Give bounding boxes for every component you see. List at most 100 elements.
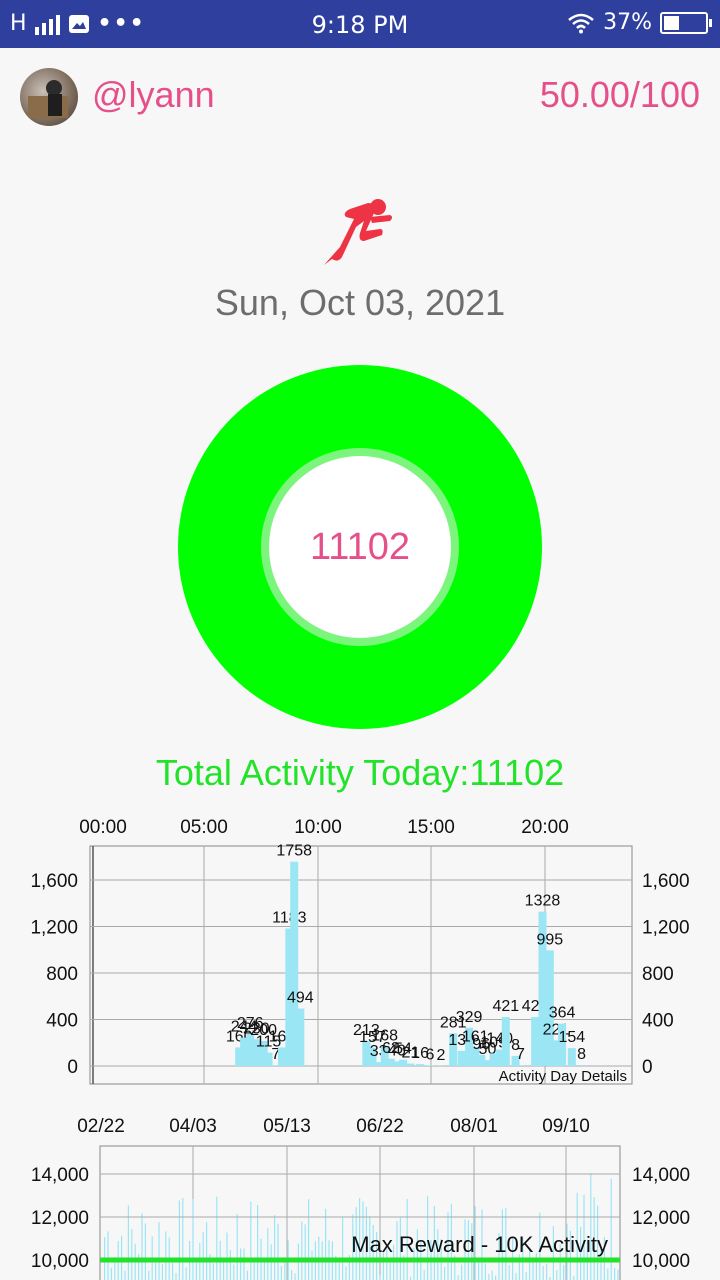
bar [236, 1214, 238, 1280]
bar [495, 1275, 497, 1280]
x-tick-label: 02/22 [77, 1116, 125, 1137]
bar-value-label: 7 [516, 1046, 525, 1063]
bar-value-label: 364 [549, 1005, 576, 1022]
bar [425, 1065, 434, 1066]
bar [144, 1223, 146, 1280]
avatar[interactable] [20, 68, 78, 126]
bar-value-label: 2 [437, 1047, 446, 1064]
y-tick-label-left: 12,000 [31, 1208, 89, 1229]
y-tick-label-right: 400 [642, 1011, 674, 1032]
bar [577, 1065, 586, 1066]
bar [233, 1264, 235, 1280]
x-tick-label: 09/10 [542, 1116, 590, 1137]
y-tick-label-right: 0 [642, 1057, 653, 1078]
bar [484, 1263, 486, 1280]
bar [556, 1270, 558, 1280]
bar [515, 1272, 517, 1280]
x-tick-label: 08/01 [450, 1116, 498, 1137]
x-tick-label: 05:00 [180, 817, 228, 838]
bar [257, 1204, 259, 1280]
x-tick-label: 10:00 [294, 817, 342, 838]
bar [161, 1264, 163, 1280]
bar [202, 1232, 204, 1280]
bar [311, 1250, 313, 1280]
bar [141, 1213, 143, 1280]
bar [389, 1259, 391, 1280]
bar [590, 1173, 592, 1280]
x-tick-label: 06/22 [356, 1116, 404, 1137]
score-value: 50.00/100 [539, 74, 700, 115]
bar [525, 1271, 527, 1280]
reference-line-label: Max Reward - 10K Activity [351, 1232, 608, 1257]
bar [172, 1262, 174, 1280]
activity-date: Sun, Oct 03, 2021 [214, 282, 506, 323]
running-person-icon [324, 199, 392, 265]
x-tick-label: 04/03 [169, 1116, 217, 1137]
bar [246, 1270, 248, 1280]
daily-activity-chart: 00:00 05:00 10:00 15:00 20:00 1,600 1,600 1,200… [30, 817, 690, 1085]
bar-value-label: 494 [287, 990, 314, 1007]
bar [614, 1267, 616, 1280]
bar-value-label: 1758 [276, 843, 312, 860]
bar [567, 1048, 576, 1066]
bar [610, 1178, 612, 1280]
bar [185, 1267, 187, 1280]
bar-value-label: 1183 [272, 910, 307, 927]
bar [516, 1065, 525, 1066]
bar [158, 1222, 160, 1280]
bar [345, 1266, 347, 1280]
bar [423, 1269, 425, 1280]
bar-value-label: 329 [456, 1009, 483, 1026]
bar [416, 1064, 425, 1066]
bar [461, 1264, 463, 1280]
x-tick-label: 20:00 [521, 817, 569, 838]
y-tick-label-left: 14,000 [31, 1165, 89, 1186]
bar [617, 1269, 619, 1280]
bar-value-label: 421 [492, 998, 519, 1015]
battery-icon [660, 11, 712, 34]
bar [243, 1248, 245, 1280]
bar [277, 1223, 279, 1280]
bar [563, 1265, 565, 1280]
bar [294, 1273, 296, 1280]
bar [229, 1250, 231, 1280]
bar [308, 1199, 310, 1280]
bar [226, 1232, 228, 1280]
username[interactable]: @lyann [92, 74, 215, 116]
bar [131, 1229, 133, 1280]
y-tick-label-right: 1,200 [642, 918, 690, 939]
total-activity-label: Total Activity Today:11102 [155, 752, 565, 793]
bar [178, 1200, 180, 1280]
bar [304, 1224, 306, 1280]
bar [501, 1017, 510, 1066]
y-tick-label-left: 1,200 [30, 918, 78, 939]
status-bar: H ••• 9:18 PM 37% [0, 0, 720, 48]
y-tick-label-right: 800 [642, 964, 674, 985]
bar [379, 1275, 381, 1280]
bar [107, 1231, 109, 1280]
x-tick-label: 15:00 [407, 817, 455, 838]
bar [531, 1017, 540, 1066]
ring-value: 11102 [309, 525, 411, 568]
bar-value-label: 154 [558, 1029, 585, 1046]
bar [325, 1208, 327, 1280]
y-tick-label-right: 14,000 [632, 1165, 690, 1186]
y-tick-label-right: 12,000 [632, 1208, 690, 1229]
y-tick-label-left: 400 [46, 1011, 78, 1032]
bar-value-label: 6 [426, 1046, 435, 1063]
bar [274, 1215, 276, 1280]
bar [546, 1263, 548, 1280]
bar-value-label: 995 [536, 931, 563, 948]
bar [212, 1263, 214, 1280]
bar [277, 1047, 286, 1066]
bar [182, 1197, 184, 1280]
bar [488, 1274, 490, 1280]
bar [124, 1270, 126, 1280]
profile-header: @lyann 50.00/100 [20, 68, 700, 128]
bar [508, 1265, 510, 1280]
bar [444, 1266, 446, 1280]
bar [491, 1270, 493, 1280]
bar [406, 1063, 415, 1066]
bar [216, 1196, 218, 1280]
wifi-icon [568, 13, 594, 33]
